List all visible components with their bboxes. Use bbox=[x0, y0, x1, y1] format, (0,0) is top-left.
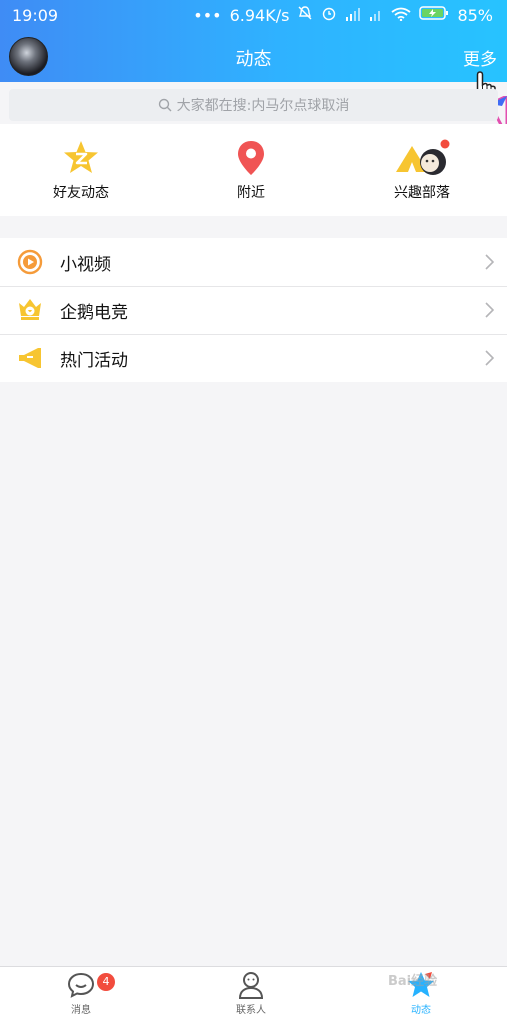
feature-list: 小视频 企鹅电竞 热门活动 bbox=[0, 238, 507, 382]
tab-label: 联系人 bbox=[236, 1005, 266, 1014]
battery-percent: 85% bbox=[457, 5, 493, 25]
action-label: 兴趣部落 bbox=[394, 185, 450, 201]
action-nearby[interactable]: 附近 bbox=[181, 136, 321, 202]
mute-icon bbox=[297, 5, 313, 25]
signal-icon-2 bbox=[369, 6, 383, 25]
location-pin-icon bbox=[181, 136, 321, 180]
action-label: 附近 bbox=[237, 185, 265, 201]
list-item-esports[interactable]: 企鹅电竞 bbox=[0, 286, 507, 334]
search-placeholder: 大家都在搜:内马尔点球取消 bbox=[176, 98, 350, 114]
action-label: 好友动态 bbox=[53, 185, 109, 201]
alarm-icon bbox=[321, 5, 337, 25]
signal-icon bbox=[345, 6, 361, 25]
list-item-label: 小视频 bbox=[60, 254, 111, 275]
search-bar[interactable]: 大家都在搜:内马尔点球取消 bbox=[9, 89, 498, 121]
tab-label: 消息 bbox=[71, 1005, 91, 1014]
chevron-right-icon bbox=[471, 254, 507, 270]
video-play-icon bbox=[0, 249, 60, 275]
message-bubble-icon: 4 bbox=[21, 969, 141, 1001]
dots-icon: ••• bbox=[193, 5, 222, 25]
notification-dot bbox=[440, 139, 450, 149]
action-friend-feed[interactable]: 好友动态 bbox=[11, 136, 151, 202]
page-title: 动态 bbox=[235, 49, 272, 70]
list-item-label: 企鹅电竞 bbox=[60, 302, 128, 323]
megaphone-icon bbox=[0, 346, 60, 370]
tab-messages[interactable]: 4 消息 bbox=[21, 969, 141, 1014]
list-item-label: 热门活动 bbox=[60, 350, 128, 371]
list-item-short-video[interactable]: 小视频 bbox=[0, 238, 507, 286]
tab-contacts[interactable]: 联系人 bbox=[191, 969, 311, 1014]
qzone-star-icon bbox=[11, 136, 151, 180]
more-button[interactable]: 更多 bbox=[463, 45, 497, 70]
tab-label: 动态 bbox=[411, 1005, 431, 1014]
tribe-tent-icon bbox=[352, 136, 492, 180]
esports-crown-icon bbox=[0, 296, 60, 324]
quick-actions: 好友动态 附近 兴趣部落 bbox=[0, 124, 507, 216]
battery-charging-icon bbox=[419, 5, 449, 25]
header: 19:09 ••• 6.94K/s 85% 动态 更多 bbox=[0, 0, 507, 82]
status-bar: 19:09 ••• 6.94K/s 85% bbox=[0, 0, 507, 32]
list-item-hot-events[interactable]: 热门活动 bbox=[0, 334, 507, 382]
search-icon bbox=[158, 98, 172, 112]
title-bar: 动态 更多 bbox=[0, 32, 507, 82]
watermark: Bai经验 bbox=[388, 974, 438, 989]
status-right: ••• 6.94K/s 85% bbox=[193, 5, 493, 25]
chevron-right-icon bbox=[471, 350, 507, 366]
wifi-icon bbox=[391, 6, 411, 25]
network-speed: 6.94K/s bbox=[229, 5, 290, 25]
status-time: 19:09 bbox=[12, 6, 59, 25]
action-interest-tribe[interactable]: 兴趣部落 bbox=[352, 136, 492, 202]
chevron-right-icon bbox=[471, 302, 507, 318]
unread-badge: 4 bbox=[97, 973, 115, 991]
contacts-person-icon bbox=[191, 969, 311, 1001]
